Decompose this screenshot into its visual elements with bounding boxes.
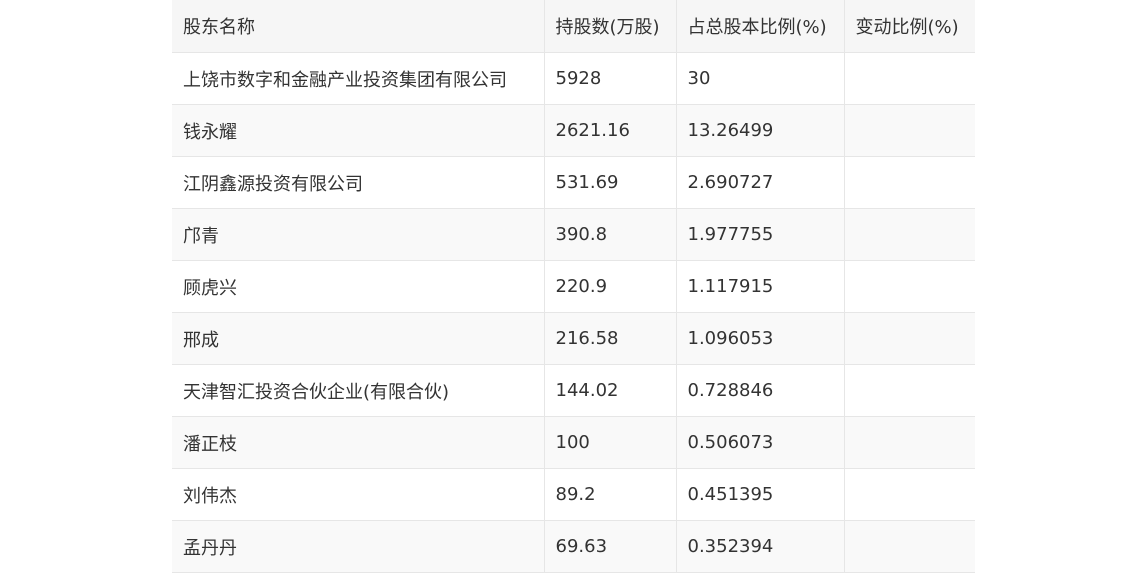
table-header-row: 股东名称 持股数(万股) 占总股本比例(%) 变动比例(%) — [172, 0, 975, 53]
header-share-ratio: 占总股本比例(%) — [676, 0, 845, 53]
cell-shares-held: 216.58 — [544, 312, 677, 365]
cell-shares-held: 5928 — [544, 52, 677, 105]
table-row: 邝青 390.8 1.977755 — [172, 208, 975, 261]
cell-change-ratio — [844, 520, 975, 573]
cell-change-ratio — [844, 312, 975, 365]
cell-change-ratio — [844, 52, 975, 105]
cell-shares-held: 2621.16 — [544, 104, 677, 157]
cell-shares-held: 220.9 — [544, 260, 677, 313]
cell-share-ratio: 0.728846 — [676, 364, 845, 417]
cell-shares-held: 89.2 — [544, 468, 677, 521]
cell-share-ratio: 30 — [676, 52, 845, 105]
cell-shareholder-name: 顾虎兴 — [172, 260, 545, 313]
cell-share-ratio: 2.690727 — [676, 156, 845, 209]
cell-change-ratio — [844, 416, 975, 469]
cell-share-ratio: 13.26499 — [676, 104, 845, 157]
header-shareholder-name: 股东名称 — [172, 0, 545, 53]
cell-change-ratio — [844, 364, 975, 417]
table-row: 江阴鑫源投资有限公司 531.69 2.690727 — [172, 156, 975, 209]
table-row: 钱永耀 2621.16 13.26499 — [172, 104, 975, 157]
cell-share-ratio: 0.352394 — [676, 520, 845, 573]
cell-shareholder-name: 天津智汇投资合伙企业(有限合伙) — [172, 364, 545, 417]
cell-shares-held: 390.8 — [544, 208, 677, 261]
cell-share-ratio: 1.977755 — [676, 208, 845, 261]
table-row: 顾虎兴 220.9 1.117915 — [172, 260, 975, 313]
table-row: 孟丹丹 69.63 0.352394 — [172, 520, 975, 573]
cell-shares-held: 144.02 — [544, 364, 677, 417]
cell-shareholder-name: 邢成 — [172, 312, 545, 365]
cell-share-ratio: 1.117915 — [676, 260, 845, 313]
header-shares-held: 持股数(万股) — [544, 0, 677, 53]
table-row: 天津智汇投资合伙企业(有限合伙) 144.02 0.728846 — [172, 364, 975, 417]
cell-shareholder-name: 潘正枝 — [172, 416, 545, 469]
cell-shareholder-name: 上饶市数字和金融产业投资集团有限公司 — [172, 52, 545, 105]
table-row: 邢成 216.58 1.096053 — [172, 312, 975, 365]
cell-shareholder-name: 江阴鑫源投资有限公司 — [172, 156, 545, 209]
cell-shares-held: 100 — [544, 416, 677, 469]
cell-shareholder-name: 孟丹丹 — [172, 520, 545, 573]
header-change-ratio: 变动比例(%) — [844, 0, 975, 53]
cell-shareholder-name: 刘伟杰 — [172, 468, 545, 521]
cell-change-ratio — [844, 468, 975, 521]
cell-share-ratio: 0.506073 — [676, 416, 845, 469]
cell-shareholder-name: 邝青 — [172, 208, 545, 261]
table-row: 潘正枝 100 0.506073 — [172, 416, 975, 469]
cell-share-ratio: 1.096053 — [676, 312, 845, 365]
cell-change-ratio — [844, 208, 975, 261]
cell-share-ratio: 0.451395 — [676, 468, 845, 521]
table-row: 上饶市数字和金融产业投资集团有限公司 5928 30 — [172, 52, 975, 105]
shareholder-table-container: 股东名称 持股数(万股) 占总股本比例(%) 变动比例(%) 上饶市数字和金融产… — [172, 0, 975, 573]
table-row: 刘伟杰 89.2 0.451395 — [172, 468, 975, 521]
shareholder-table: 股东名称 持股数(万股) 占总股本比例(%) 变动比例(%) 上饶市数字和金融产… — [172, 0, 975, 573]
cell-change-ratio — [844, 156, 975, 209]
cell-change-ratio — [844, 104, 975, 157]
cell-change-ratio — [844, 260, 975, 313]
cell-shares-held: 531.69 — [544, 156, 677, 209]
cell-shareholder-name: 钱永耀 — [172, 104, 545, 157]
cell-shares-held: 69.63 — [544, 520, 677, 573]
